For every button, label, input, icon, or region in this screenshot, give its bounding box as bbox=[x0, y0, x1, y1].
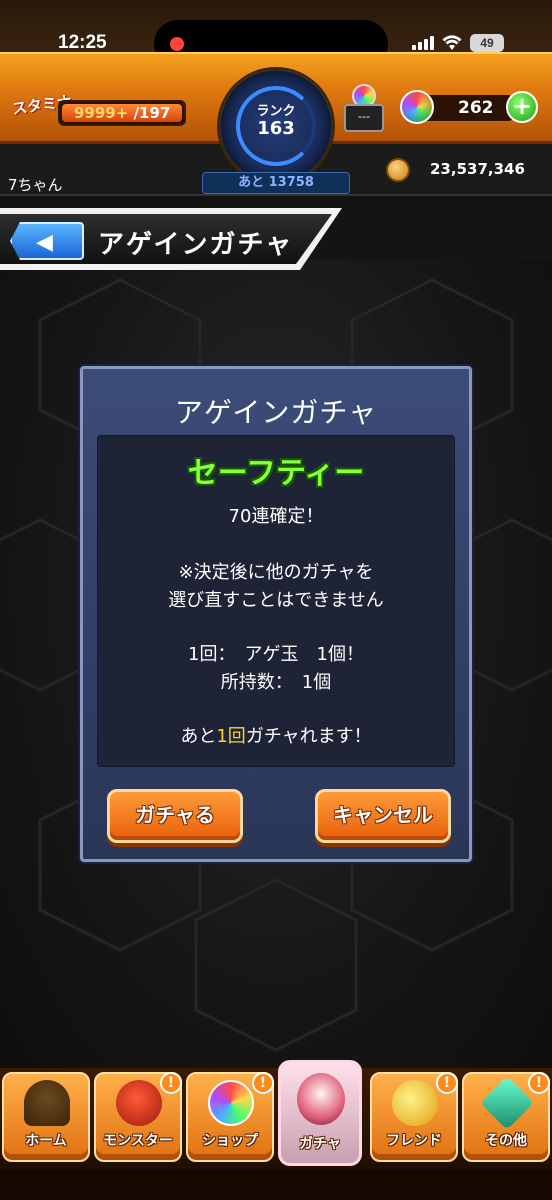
rank-next-exp: あと 13758 bbox=[202, 172, 350, 194]
remaining-suffix: ガチャれます！ bbox=[245, 726, 372, 747]
stamina-bar[interactable]: 9999+ /197 bbox=[58, 100, 186, 126]
remaining-prefix: あと bbox=[180, 726, 217, 747]
friend-icon bbox=[392, 1080, 438, 1126]
nav-friend-badge: ! bbox=[436, 1072, 458, 1094]
item-slot-value: --- bbox=[344, 104, 384, 132]
rank-label: ランク bbox=[256, 104, 296, 119]
cost-text: 1回： アゲ玉 1個！ bbox=[188, 644, 364, 665]
nav-shop[interactable]: ショップ ! bbox=[186, 1072, 274, 1162]
cancel-button[interactable]: キャンセル bbox=[315, 789, 451, 843]
stamina-text: 9999+ /197 bbox=[74, 104, 170, 122]
other-icon bbox=[480, 1076, 534, 1130]
nav-monster-badge: ! bbox=[160, 1072, 182, 1094]
battery-indicator: 49 bbox=[470, 34, 504, 52]
guarantee-text: 70連確定！ bbox=[228, 506, 324, 527]
status-icons: 49 bbox=[412, 34, 504, 52]
nav-friend-label: フレンド bbox=[386, 1133, 442, 1149]
orb-count: 262 bbox=[458, 98, 494, 118]
nav-gacha-label: ガチャ bbox=[299, 1136, 341, 1152]
nav-home-label: ホーム bbox=[25, 1133, 67, 1149]
orb-icon bbox=[400, 90, 434, 124]
recording-indicator-icon bbox=[170, 37, 184, 51]
coin-count: 23,537,346 bbox=[430, 160, 525, 178]
warning-text-1: ※決定後に他のガチャを bbox=[178, 562, 374, 583]
owned-count-text: 所持数： 1個 bbox=[220, 672, 332, 693]
gacha-confirm-button[interactable]: ガチャる bbox=[107, 789, 243, 843]
remaining-text: あと1回ガチャれます！ bbox=[98, 722, 454, 748]
nav-other[interactable]: その他 ! bbox=[462, 1072, 550, 1162]
stamina-current: 9999+ bbox=[74, 104, 129, 122]
orb-icon bbox=[208, 1080, 254, 1126]
nav-other-badge: ! bbox=[528, 1072, 550, 1094]
rank-badge[interactable]: ランク 163 bbox=[220, 70, 332, 182]
dialog-body: セーフティー 70連確定！ ※決定後に他のガチャを 選び直すことはできません 1… bbox=[97, 435, 455, 767]
nav-monster[interactable]: モンスター ! bbox=[94, 1072, 182, 1162]
home-icon bbox=[24, 1080, 70, 1126]
nav-home[interactable]: ホーム bbox=[2, 1072, 90, 1162]
coin-icon bbox=[386, 158, 410, 182]
nav-friend[interactable]: フレンド ! bbox=[370, 1072, 458, 1162]
status-time: 12:25 bbox=[58, 32, 107, 53]
warning-text-2: 選び直すことはできません bbox=[168, 590, 384, 611]
status-bar: 12:25 49 bbox=[0, 0, 552, 68]
home-indicator-area bbox=[0, 1170, 552, 1200]
back-arrow-icon[interactable]: ◀ bbox=[36, 230, 53, 255]
remaining-count: 1回 bbox=[216, 726, 246, 747]
nav-other-label: その他 bbox=[485, 1133, 527, 1149]
signal-icon bbox=[412, 36, 434, 50]
gacha-confirm-dialog: アゲインガチャ セーフティー 70連確定！ ※決定後に他のガチャを 選び直すこと… bbox=[80, 366, 472, 862]
safety-tag: セーフティー bbox=[187, 456, 365, 491]
nav-gacha[interactable]: ガチャ bbox=[278, 1060, 362, 1166]
page-title: アゲインガチャ bbox=[98, 230, 294, 260]
monster-icon bbox=[116, 1080, 162, 1126]
add-orb-button[interactable]: + bbox=[506, 91, 538, 123]
player-name: 7ちゃん bbox=[8, 176, 63, 194]
nav-monster-label: モンスター bbox=[103, 1133, 173, 1149]
dialog-title: アゲインガチャ bbox=[174, 396, 378, 429]
rank-value: 163 bbox=[257, 118, 295, 139]
stamina-max: /197 bbox=[133, 104, 171, 122]
wifi-icon bbox=[442, 35, 462, 50]
nav-shop-label: ショップ bbox=[202, 1133, 258, 1149]
nav-shop-badge: ! bbox=[252, 1072, 274, 1094]
item-slot-button[interactable]: --- bbox=[344, 84, 384, 134]
gacha-icon bbox=[297, 1073, 345, 1125]
